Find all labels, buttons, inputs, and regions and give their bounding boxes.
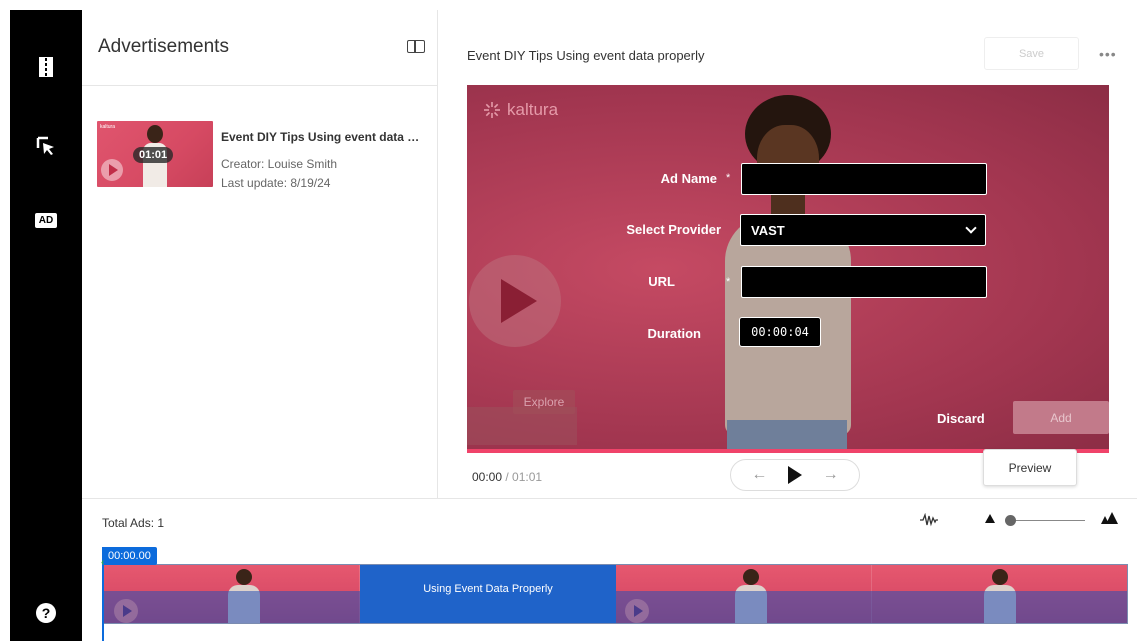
prev-frame-button[interactable]: ← — [751, 466, 767, 484]
kaltura-logo-text: kaltura — [507, 100, 559, 119]
timeline-track[interactable]: Using Event Data Properly — [103, 564, 1128, 624]
editor-panel: Event DIY Tips Using event data properly… — [439, 10, 1137, 498]
list-item[interactable]: kaltura 01:01 Event DIY Tips Using event… — [97, 121, 427, 191]
segment-person-head — [992, 569, 1008, 585]
chevron-left-icon[interactable]: ‹ — [101, 557, 108, 569]
background-play-icon — [469, 255, 561, 347]
kaltura-logo-icon — [484, 102, 500, 118]
explore-label: Explore — [513, 390, 575, 414]
timeline-panel: Total Ads: 1 Using Event Data Properly 0… — [82, 498, 1137, 641]
playhead-timecode: 00:00.00 — [102, 547, 157, 565]
duration-input[interactable]: 00:00:04 — [739, 317, 821, 347]
total-time: 01:01 — [512, 470, 543, 484]
thumbnail-person-head — [147, 125, 163, 143]
entry-title: Event DIY Tips Using event data properly — [221, 130, 421, 144]
add-button[interactable]: Add — [1013, 401, 1109, 434]
required-mark: * — [726, 276, 731, 288]
zoom-in-icon[interactable] — [1100, 512, 1118, 524]
rail-button-ads[interactable]: AD — [10, 196, 82, 244]
provider-label: Select Provider — [626, 222, 721, 237]
app-root: AD ? Advertisements kaltura 01:01 Event … — [0, 0, 1137, 641]
provider-value: VAST — [751, 222, 785, 238]
thumbnail-logo: kaltura — [100, 124, 116, 130]
zoom-slider-track[interactable] — [1007, 520, 1085, 521]
rail-button-interactive[interactable] — [10, 122, 82, 170]
save-button[interactable]: Save — [984, 37, 1079, 70]
play-icon — [625, 599, 649, 623]
ad-name-input[interactable] — [741, 163, 987, 195]
panel-title: Advertisements — [98, 36, 229, 57]
ad-block[interactable]: Using Event Data Properly — [360, 565, 616, 623]
zoom-slider-handle[interactable] — [1005, 515, 1016, 526]
url-input[interactable] — [741, 266, 987, 298]
advertisements-panel: Advertisements kaltura 01:01 Event DIY T… — [82, 10, 438, 498]
next-frame-button[interactable]: → — [823, 466, 839, 484]
current-time: 00:00 — [472, 470, 503, 484]
preview-button[interactable]: Preview — [983, 449, 1077, 486]
rail-left-gap — [0, 0, 10, 641]
play-icon[interactable] — [787, 466, 802, 484]
ad-name-label: Ad Name — [660, 171, 717, 186]
play-icon — [114, 599, 138, 623]
segment-person-head — [743, 569, 759, 585]
entries-icon — [39, 57, 53, 77]
play-icon — [101, 159, 123, 181]
entry-duration: 01:01 — [133, 147, 174, 163]
discard-button[interactable]: Discard — [937, 411, 985, 426]
entry-thumbnail: kaltura 01:01 — [97, 121, 213, 187]
provider-select[interactable]: VAST — [740, 214, 986, 246]
entry-last-update: Last update: 8/19/24 — [221, 176, 331, 190]
cursor-select-icon — [36, 136, 54, 155]
more-options-icon[interactable]: ••• — [1099, 46, 1117, 62]
kaltura-logo: kaltura — [483, 100, 558, 120]
total-ads-count: Total Ads: 1 — [102, 516, 165, 530]
rail-button-entries[interactable] — [10, 43, 82, 91]
editor-title: Event DIY Tips Using event data properly — [467, 48, 705, 63]
waveform-icon[interactable] — [920, 513, 938, 527]
toggle-panel-icon[interactable] — [407, 40, 425, 53]
video-player[interactable]: Explore kaltura Ad Name * Select Provide… — [467, 85, 1109, 453]
url-label: URL — [648, 274, 675, 289]
required-mark: * — [726, 172, 731, 184]
zoom-out-icon[interactable] — [985, 514, 995, 523]
time-display: 00:00 / 01:01 — [472, 470, 542, 484]
help-button[interactable]: ? — [10, 589, 82, 637]
segment-person-head — [236, 569, 252, 585]
rail-top-gap — [0, 0, 82, 10]
ad-icon: AD — [34, 212, 58, 228]
side-rail — [0, 0, 82, 641]
duration-label: Duration — [647, 326, 701, 341]
chevron-down-icon — [965, 222, 977, 234]
help-icon: ? — [36, 603, 56, 623]
panel-header: Advertisements — [82, 10, 437, 86]
entry-creator: Creator: Louise Smith — [221, 157, 338, 171]
transport-controls: ← → — [730, 459, 860, 491]
